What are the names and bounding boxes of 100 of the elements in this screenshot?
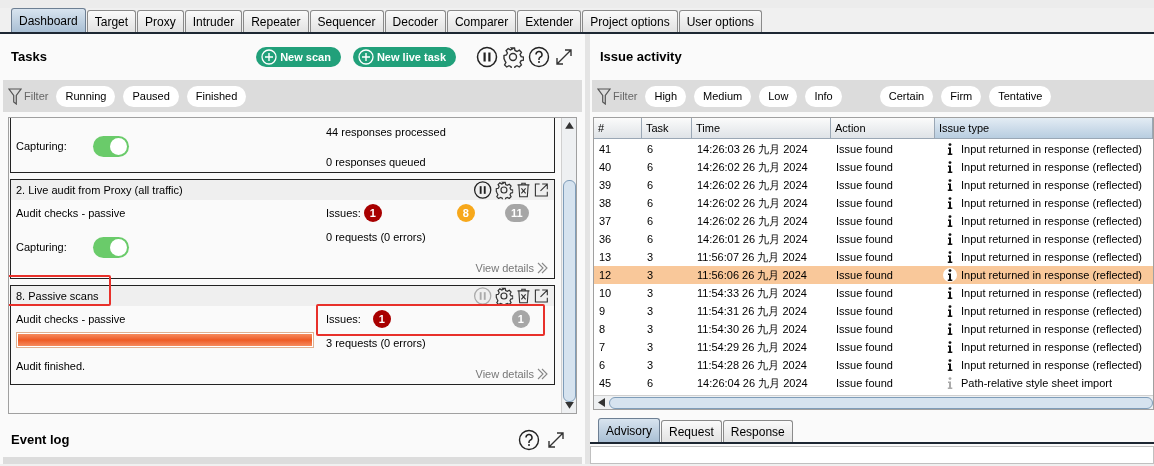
view-details-link[interactable]: View details [475,365,548,382]
filter-pill[interactable]: Tentative [989,85,1052,107]
filter-pill[interactable]: Finished [186,85,247,107]
column-header[interactable]: Action [831,118,935,139]
table-row[interactable]: 38 6 14:26:02 26 九月 2024 Issue found Input returned in response (reflected) [594,194,1153,212]
table-row[interactable]: 40 6 14:26:02 26 九月 2024 Issue found Input returned in response (reflected) [594,158,1153,176]
chevrons-icon [536,261,548,274]
table-cell-text: Input returned in response (reflected) [961,213,1142,229]
tab[interactable]: Proxy [137,10,184,32]
tab[interactable]: User options [678,10,763,32]
tab[interactable]: Dashboard [11,8,86,32]
issue-count-badge: 1 [372,310,391,328]
table-row[interactable]: 8 3 11:54:30 26 九月 2024 Issue found Input returned in response (reflected) [594,320,1153,338]
table-cell: 3 [647,250,654,263]
filter-pill[interactable]: Low [759,85,798,107]
table-cell: 3 [647,304,654,317]
table-row[interactable]: 10 3 11:54:33 26 九月 2024 Issue found Input returned in response (reflected) [594,284,1153,302]
issues-label: Issues: [326,311,361,327]
filter-icon [8,87,22,105]
tab[interactable]: Repeater [243,10,309,32]
table-row[interactable]: 36 6 14:26:01 26 九月 2024 Issue found Input returned in response (reflected) [594,230,1153,248]
table-cell-text: Input returned in response (reflected) [961,195,1142,211]
toggle-switch[interactable] [92,236,129,258]
filter-label: Filter [24,88,49,104]
table-row[interactable]: 6 3 11:54:28 26 九月 2024 Issue found Input returned in response (reflected) [594,356,1153,374]
column-header[interactable]: # [594,118,642,139]
tab[interactable]: Project options [582,10,678,32]
filter-pill[interactable]: Paused [123,85,179,107]
column-header[interactable]: Task [642,118,692,139]
table-cell: 6 [647,160,654,173]
table-row[interactable]: 13 3 11:56:07 26 九月 2024 Issue found Input returned in response (reflected) [594,248,1153,266]
filter-pill[interactable]: Running [56,85,116,107]
pause-icon[interactable] [473,180,493,200]
table-cell: 6 [647,178,654,191]
table-cell: 8 [599,322,606,335]
toggle-switch[interactable] [92,135,129,157]
plus-icon [357,49,374,65]
table-cell: 11:54:28 26 九月 2024 [697,358,807,371]
table-cell: 3 [647,358,654,371]
settings-icon[interactable] [494,286,514,306]
table-row[interactable]: 9 3 11:54:31 26 九月 2024 Issue found Input returned in response (reflected) [594,302,1153,320]
vertical-scrollbar[interactable] [561,118,576,413]
pop-out-icon[interactable] [533,288,549,304]
table-cell: 14:26:01 26 九月 2024 [697,232,808,245]
scroll-up-icon[interactable] [564,122,574,129]
filter-pill[interactable]: Info [805,85,842,107]
table-cell-text: Input returned in response (reflected) [961,357,1142,373]
filter-pill[interactable]: Firm [941,85,982,107]
selected-row[interactable]: 12 3 11:56:06 26 九月 2024 Issue found Input returned in response (reflected) [594,266,1153,284]
table-cell: 9 [599,304,606,317]
table-row[interactable]: 41 6 14:26:03 26 九月 2024 Issue found Input returned in response (reflected) [594,140,1153,158]
tab[interactable]: Intruder [184,10,243,32]
help-icon [528,46,550,68]
trash-icon[interactable] [515,287,532,305]
scroll-left-icon[interactable] [598,398,605,407]
table-cell-text: Input returned in response (reflected) [961,321,1142,337]
stat-text: 3 requests (0 errors) [326,336,427,351]
table-cell-text: Input returned in response (reflected) [961,339,1142,355]
table-cell: Issue found [836,250,893,263]
table-cell: Issue found [836,196,893,209]
table-cell: 14:26:02 26 九月 2024 [697,214,808,227]
table-row[interactable]: 45 6 14:26:04 26 九月 2024 Issue found Path-relative style sheet import [594,374,1153,392]
column-header[interactable]: Issue type [935,118,1153,139]
tab[interactable]: Comparer [446,10,517,32]
chevrons-icon [536,367,548,380]
settings-icon[interactable] [494,180,514,200]
tab[interactable]: Response [722,420,793,442]
table-cell-text: Input returned in response (reflected) [961,249,1142,265]
table-cell: 11:54:29 26 九月 2024 [697,340,807,353]
table-row[interactable]: 37 6 14:26:02 26 九月 2024 Issue found Input returned in response (reflected) [594,212,1153,230]
column-header[interactable]: Time [692,118,831,139]
table-cell: 3 [647,340,654,353]
filter-pill[interactable]: Medium [694,85,752,107]
pop-out-icon[interactable] [533,182,549,198]
issue-count-badge: 11 [504,204,529,222]
toggle-label: Capturing: [16,239,67,255]
trash-icon[interactable] [515,181,532,199]
tab[interactable]: Decoder [384,10,446,32]
tab[interactable]: Extender [517,10,582,32]
table-cell: 40 [599,160,612,173]
table-cell: 38 [599,196,612,209]
horizontal-scrollbar[interactable] [594,395,1153,409]
table-row[interactable]: 7 3 11:54:29 26 九月 2024 Issue found Input returned in response (reflected) [594,338,1153,356]
table-cell: Issue found [836,178,893,191]
filter-pill[interactable]: Certain [879,85,934,107]
table-cell: 11:56:07 26 九月 2024 [697,250,807,263]
tab[interactable]: Advisory [598,418,660,442]
filter-pill[interactable]: High [645,85,687,107]
tab[interactable]: Sequencer [309,10,384,32]
tab[interactable]: Request [661,420,722,442]
table-cell: Issue found [836,340,893,353]
tab[interactable]: Target [86,10,137,32]
table-cell-text: Input returned in response (reflected) [961,159,1142,175]
issues-label: Issues: [326,205,361,221]
plus-icon [261,49,278,65]
settings-icon [502,46,524,68]
table-cell: 41 [599,142,612,155]
view-details-link[interactable]: View details [475,259,548,276]
filter-label: Filter [613,88,638,104]
table-row[interactable]: 39 6 14:26:02 26 九月 2024 Issue found Input returned in response (reflected) [594,176,1153,194]
